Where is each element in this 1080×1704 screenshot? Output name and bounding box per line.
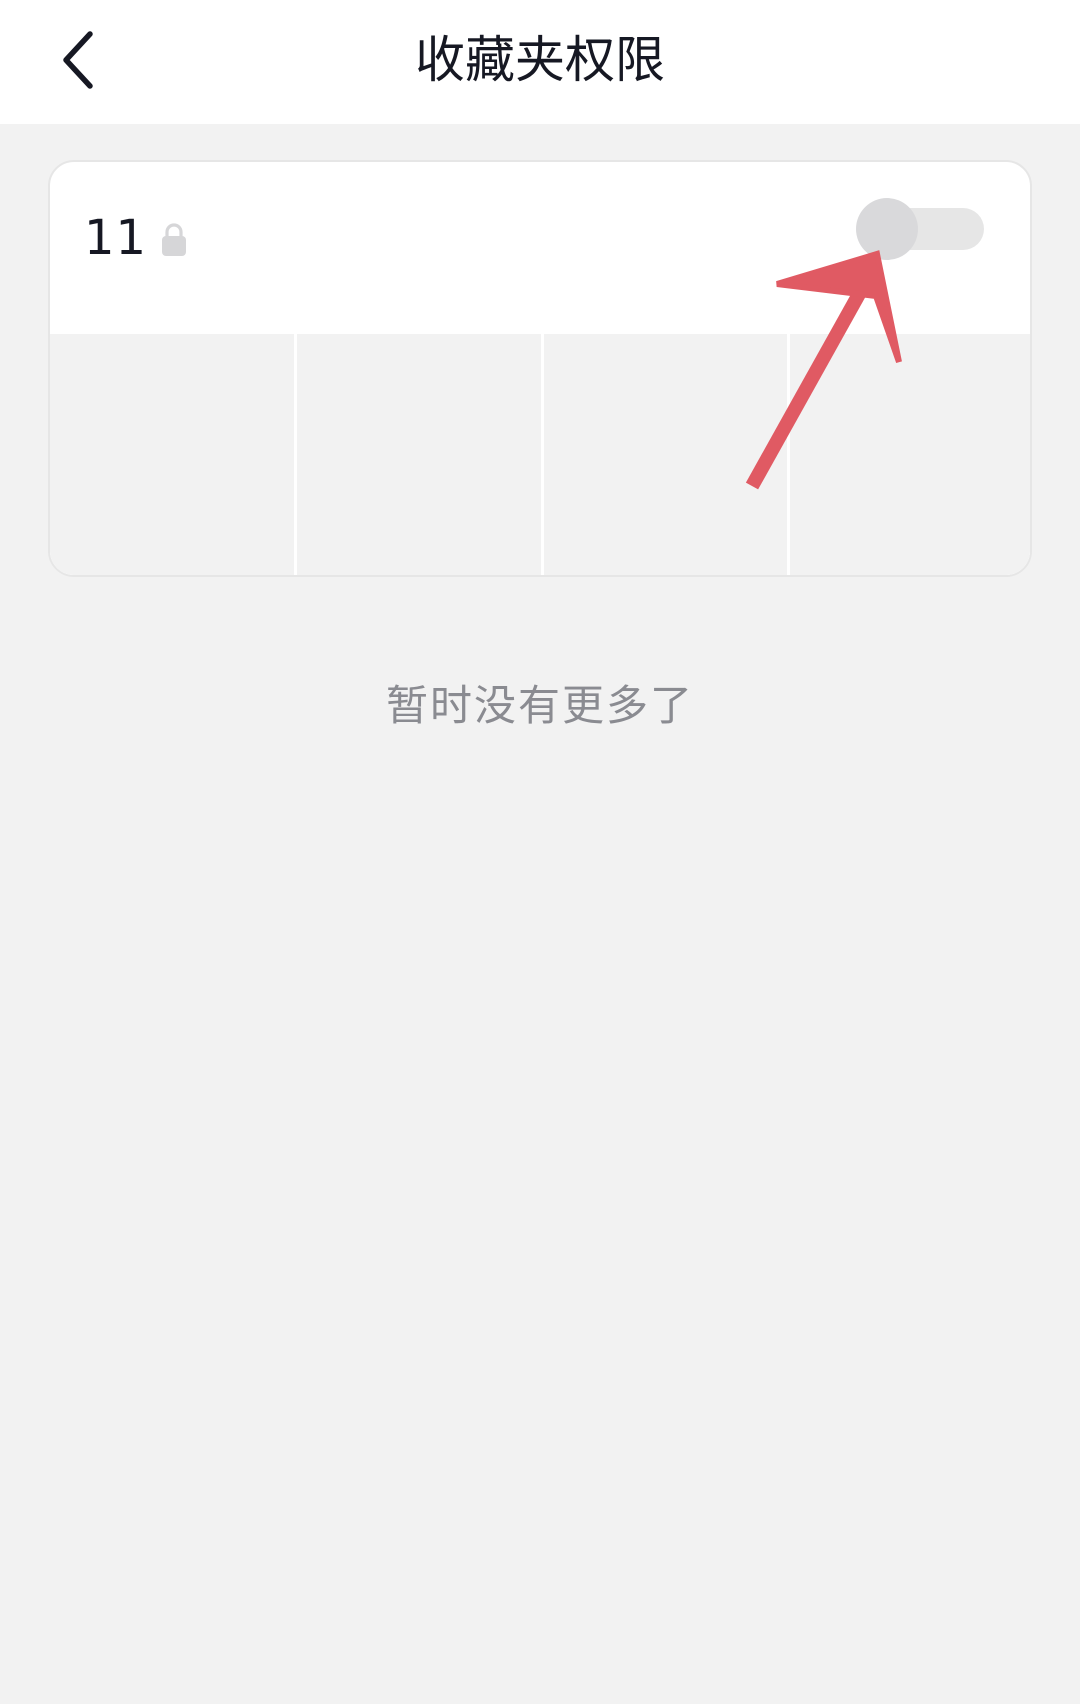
thumbnail-placeholder — [543, 334, 788, 575]
thumbnail-placeholder — [790, 334, 1030, 575]
privacy-toggle[interactable] — [856, 198, 984, 260]
lock-icon — [162, 223, 187, 256]
collection-permissions-screen: 收藏夹权限 11 暂时没有更多了 — [0, 0, 1080, 1704]
folder-name: 11 — [84, 210, 148, 266]
thumbnail-placeholder — [296, 334, 541, 575]
folder-title-row: 11 — [84, 198, 187, 278]
nav-header: 收藏夹权限 — [0, 0, 1080, 124]
page-title: 收藏夹权限 — [415, 31, 665, 89]
no-more-hint: 暂时没有更多了 — [385, 681, 694, 730]
toggle-knob — [856, 198, 918, 260]
collection-folder-card[interactable]: 11 — [48, 160, 1032, 577]
thumbnail-placeholder — [50, 334, 294, 575]
folder-thumbnail-grid — [50, 334, 1030, 575]
